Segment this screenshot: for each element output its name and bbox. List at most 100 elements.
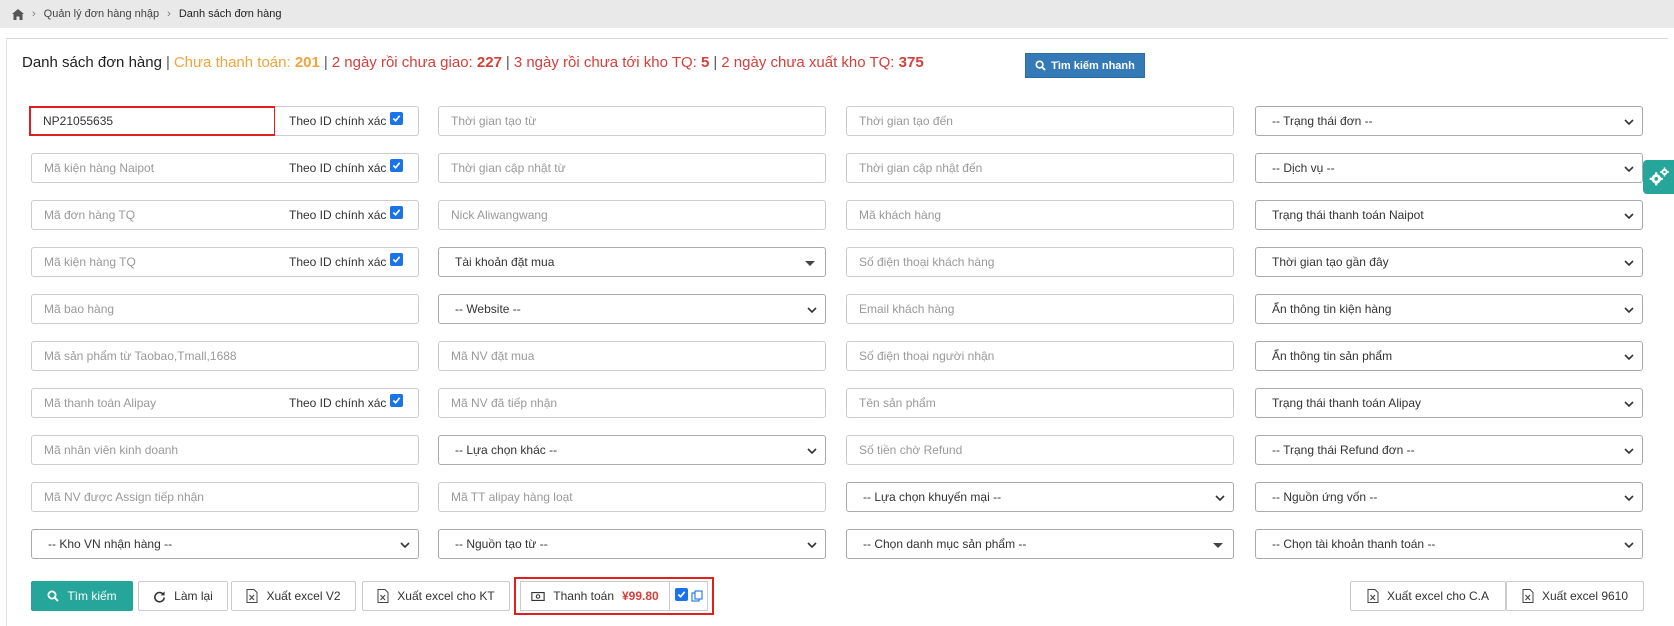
order-status-select[interactable]: -- Trạng thái đơn -- <box>1255 106 1643 136</box>
alipay-status-select[interactable]: Trạng thái thanh toán Alipay <box>1255 388 1643 418</box>
export-excel-kt-button[interactable]: Xuất excel cho KT <box>362 581 510 611</box>
alipay-code-input[interactable]: Mã thanh toán Alipay <box>31 388 276 418</box>
checkbox-icon[interactable] <box>674 587 688 601</box>
hide-product-select[interactable]: Ẩn thông tin sản phẩm <box>1255 341 1643 371</box>
checkbox-icon[interactable] <box>390 393 404 407</box>
vn-warehouse-select[interactable]: -- Kho VN nhận hàng -- <box>31 529 419 559</box>
refresh-icon <box>154 590 166 603</box>
gears-icon <box>1649 167 1669 186</box>
nick-input[interactable]: Nick Aliwangwang <box>438 200 826 230</box>
money-icon <box>531 591 545 601</box>
chevron-right-icon: › <box>167 8 171 20</box>
exact-id-toggle[interactable]: Theo ID chính xác <box>275 247 419 277</box>
undelivered-label: 2 ngày rồi chưa giao: <box>331 53 473 71</box>
search-icon <box>47 590 60 602</box>
excel-file-icon <box>1367 589 1379 603</box>
order-id-input[interactable]: NP21055635 <box>29 106 276 136</box>
chevron-down-icon <box>1624 448 1634 455</box>
excel-file-icon <box>377 589 389 603</box>
hide-package-select[interactable]: Ẩn thông tin kiện hàng <box>1255 294 1643 324</box>
breadcrumb: › Quản lý đơn hàng nhập › Danh sách đơn … <box>0 0 1674 28</box>
website-select[interactable]: -- Website -- <box>438 294 826 324</box>
chevron-down-icon <box>1624 495 1634 502</box>
chevron-down-icon <box>807 542 817 549</box>
home-icon[interactable] <box>12 8 24 20</box>
exact-id-toggle[interactable]: Theo ID chính xác <box>275 106 419 136</box>
quick-search-button[interactable]: Tìm kiếm nhanh <box>1025 53 1145 78</box>
pay-account-select[interactable]: -- Chọn tài khoản thanh toán -- <box>1255 529 1643 559</box>
package-naipot-input[interactable]: Mã kiện hàng Naipot <box>31 153 276 183</box>
checkbox-icon[interactable] <box>390 252 404 266</box>
payment-amount: ¥99.80 <box>622 589 659 603</box>
checkbox-icon[interactable] <box>390 158 404 172</box>
breadcrumb-item-orders[interactable]: Quản lý đơn hàng nhập <box>44 8 159 20</box>
chevron-down-icon <box>807 448 817 455</box>
undelivered-count[interactable]: 227 <box>477 54 502 71</box>
caret-down-icon <box>805 261 815 266</box>
service-select[interactable]: -- Dịch vụ -- <box>1255 153 1643 183</box>
receiver-phone-input[interactable]: Số điện thoại người nhận <box>846 341 1234 371</box>
payment-button[interactable]: Thanh toán ¥99.80 <box>520 581 670 611</box>
created-from-input[interactable]: Thời gian tạo từ <box>438 106 826 136</box>
unpaid-count[interactable]: 201 <box>295 54 320 71</box>
bag-code-input[interactable]: Mã bao hàng <box>31 294 419 324</box>
caret-down-icon <box>1213 543 1223 548</box>
chevron-down-icon <box>1624 354 1634 361</box>
chevron-right-icon: › <box>32 8 36 20</box>
not-exported-label: 2 ngày chưa xuất kho TQ: <box>721 53 895 71</box>
chevron-down-icon <box>1624 401 1634 408</box>
chevron-down-icon <box>1624 260 1634 267</box>
funding-source-select[interactable]: -- Nguồn ứng vốn -- <box>1255 482 1643 512</box>
product-name-input[interactable]: Tên sản phẩm <box>846 388 1234 418</box>
order-tq-input[interactable]: Mã đơn hàng TQ <box>31 200 276 230</box>
naipot-pay-status-select[interactable]: Trạng thái thanh toán Naipot <box>1255 200 1643 230</box>
exact-id-toggle[interactable]: Theo ID chính xác <box>275 388 419 418</box>
exact-id-toggle[interactable]: Theo ID chính xác <box>275 200 419 230</box>
assign-staff-input[interactable]: Mã NV được Assign tiếp nhận <box>31 482 419 512</box>
recent-time-select[interactable]: Thời gian tạo gần đây <box>1255 247 1643 277</box>
chevron-down-icon <box>1624 213 1634 220</box>
search-button[interactable]: Tìm kiếm <box>31 581 133 611</box>
category-select[interactable]: -- Chọn danh mục sản phẩm -- <box>846 529 1234 559</box>
customer-code-input[interactable]: Mã khách hàng <box>846 200 1234 230</box>
updated-to-input[interactable]: Thời gian cập nhật đến <box>846 153 1234 183</box>
export-excel-9610-button[interactable]: Xuất excel 9610 <box>1506 581 1644 611</box>
source-from-select[interactable]: -- Nguồn tạo từ -- <box>438 529 826 559</box>
not-arrived-count[interactable]: 5 <box>701 54 709 71</box>
exact-id-toggle[interactable]: Theo ID chính xác <box>275 153 419 183</box>
excel-file-icon <box>246 589 258 603</box>
payment-options <box>670 581 708 611</box>
reset-button[interactable]: Làm lại <box>138 581 228 611</box>
not-exported-count[interactable]: 375 <box>899 54 924 71</box>
chevron-down-icon <box>1624 166 1634 173</box>
chevron-down-icon <box>400 542 410 549</box>
package-tq-input[interactable]: Mã kiện hàng TQ <box>31 247 276 277</box>
chevron-down-icon <box>807 307 817 314</box>
chevron-down-icon <box>1624 307 1634 314</box>
export-excel-ca-button[interactable]: Xuất excel cho C.A <box>1350 581 1506 611</box>
customer-email-input[interactable]: Email khách hàng <box>846 294 1234 324</box>
product-code-input[interactable]: Mã sản phẩm từ Taobao,Tmall,1688 <box>31 341 419 371</box>
checkbox-icon[interactable] <box>390 205 404 219</box>
customer-phone-input[interactable]: Số điện thoại khách hàng <box>846 247 1234 277</box>
alipay-batch-input[interactable]: Mã TT alipay hàng loạt <box>438 482 826 512</box>
copy-icon[interactable] <box>690 590 703 602</box>
unpaid-label: Chưa thanh toán: <box>173 53 291 71</box>
promotion-select[interactable]: -- Lựa chọn khuyến mại -- <box>846 482 1234 512</box>
refund-amount-input[interactable]: Số tiền chờ Refund <box>846 435 1234 465</box>
created-to-input[interactable]: Thời gian tạo đến <box>846 106 1234 136</box>
other-choice-select[interactable]: -- Lựa chọn khác -- <box>438 435 826 465</box>
updated-from-input[interactable]: Thời gian cập nhật từ <box>438 153 826 183</box>
buyer-staff-input[interactable]: Mã NV đặt mua <box>438 341 826 371</box>
buy-account-select[interactable]: Tài khoản đặt mua <box>438 247 826 277</box>
receiver-staff-input[interactable]: Mã NV đã tiếp nhận <box>438 388 826 418</box>
search-icon <box>1035 60 1046 71</box>
sales-staff-input[interactable]: Mã nhân viên kinh doanh <box>31 435 419 465</box>
excel-file-icon <box>1522 589 1534 603</box>
chevron-down-icon <box>1215 495 1225 502</box>
chevron-down-icon <box>1624 542 1634 549</box>
settings-tab[interactable] <box>1643 160 1674 194</box>
checkbox-icon[interactable] <box>390 111 404 125</box>
refund-status-select[interactable]: -- Trạng thái Refund đơn -- <box>1255 435 1643 465</box>
export-excel-v2-button[interactable]: Xuất excel V2 <box>231 581 356 611</box>
